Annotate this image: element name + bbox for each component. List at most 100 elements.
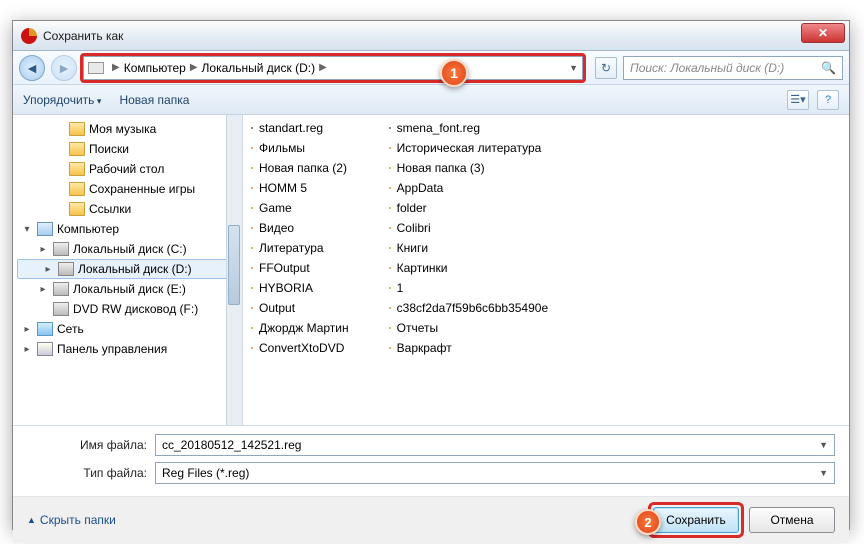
breadcrumb[interactable]: Локальный диск (D:) <box>202 61 316 75</box>
scrollbar-thumb[interactable] <box>228 225 240 305</box>
file-item[interactable]: ConvertXtoDVD <box>251 339 349 357</box>
file-item[interactable]: smena_font.reg <box>389 119 548 137</box>
reg-icon <box>389 127 391 129</box>
tree-item[interactable]: Моя музыка <box>13 119 242 139</box>
file-item[interactable]: FFOutput <box>251 259 349 277</box>
tree-item[interactable]: ▸Панель управления <box>13 339 242 359</box>
file-label: FFOutput <box>259 261 310 275</box>
file-item[interactable]: Отчеты <box>389 319 548 337</box>
file-item[interactable]: Новая папка (2) <box>251 159 349 177</box>
view-mode-button[interactable]: ☰▾ <box>787 90 809 110</box>
file-item[interactable]: AppData <box>389 179 548 197</box>
file-item[interactable]: standart.reg <box>251 119 349 137</box>
file-item[interactable]: Фильмы <box>251 139 349 157</box>
chevron-right-icon: ▶ <box>190 62 198 73</box>
filetype-select[interactable]: Reg Files (*.reg) ▼ <box>155 462 835 484</box>
breadcrumb[interactable]: Компьютер <box>124 61 186 75</box>
folder-icon <box>251 187 253 189</box>
search-icon: 🔍 <box>821 61 836 75</box>
organize-menu[interactable]: Упорядочить <box>23 93 101 107</box>
file-item[interactable]: Colibri <box>389 219 548 237</box>
file-label: Джордж Мартин <box>259 321 349 335</box>
tree-item[interactable]: Сохраненные игры <box>13 179 242 199</box>
tree-label: Сеть <box>57 322 84 336</box>
tree-item[interactable]: Ссылки <box>13 199 242 219</box>
expand-icon[interactable]: ▸ <box>37 244 49 255</box>
hide-folders-toggle[interactable]: Скрыть папки <box>27 513 116 527</box>
file-label: c38cf2da7f59b6c6bb35490e <box>397 301 548 315</box>
search-placeholder: Поиск: Локальный диск (D:) <box>630 61 784 75</box>
folder-icon <box>69 162 85 176</box>
folder-icon <box>389 287 391 289</box>
forward-button[interactable]: ► <box>51 55 77 81</box>
drive-icon <box>58 262 74 276</box>
tree-item[interactable]: Рабочий стол <box>13 159 242 179</box>
file-item[interactable]: Новая папка (3) <box>389 159 548 177</box>
net-icon <box>37 322 53 336</box>
folder-tree[interactable]: Моя музыкаПоиски Рабочий стол Сохраненные … <box>13 115 243 425</box>
dropdown-icon[interactable]: ▼ <box>569 63 578 73</box>
tree-item[interactable]: ▾Компьютер <box>13 219 242 239</box>
file-item[interactable]: HYBORIA <box>251 279 349 297</box>
folder-icon <box>251 247 253 249</box>
file-item[interactable]: Видео <box>251 219 349 237</box>
file-label: HYBORIA <box>259 281 313 295</box>
tree-item[interactable]: DVD RW дисковод (F:) <box>13 299 242 319</box>
file-item[interactable]: Game <box>251 199 349 217</box>
close-button[interactable]: ✕ <box>801 23 845 43</box>
folder-icon <box>251 147 253 149</box>
annotation-badge-2: 2 <box>635 509 661 535</box>
expand-icon[interactable]: ▸ <box>37 284 49 295</box>
file-item[interactable]: HOMM 5 <box>251 179 349 197</box>
search-input[interactable]: Поиск: Локальный диск (D:) 🔍 <box>623 56 843 80</box>
filename-input[interactable]: cc_20180512_142521.reg ▼ <box>155 434 835 456</box>
file-label: Colibri <box>397 221 431 235</box>
folder-icon <box>389 347 391 349</box>
filename-label: Имя файла: <box>27 438 155 452</box>
save-button[interactable]: Сохранить <box>653 507 739 533</box>
file-list[interactable]: standart.reg Фильмы Новая папка (2) HOMM 5 G… <box>243 115 849 425</box>
file-label: Отчеты <box>397 321 438 335</box>
cancel-button[interactable]: Отмена <box>749 507 835 533</box>
file-item[interactable]: c38cf2da7f59b6c6bb35490e <box>389 299 548 317</box>
expand-icon[interactable]: ▸ <box>21 324 33 335</box>
file-label: Фильмы <box>259 141 305 155</box>
file-item[interactable]: Историческая литература <box>389 139 548 157</box>
filename-value: cc_20180512_142521.reg <box>162 438 301 452</box>
app-icon <box>21 28 37 44</box>
folder-icon <box>251 287 253 289</box>
dropdown-icon[interactable]: ▼ <box>819 440 828 450</box>
tree-label: Ссылки <box>89 202 131 216</box>
help-button[interactable]: ? <box>817 90 839 110</box>
scrollbar[interactable] <box>226 115 242 425</box>
expand-icon[interactable]: ▸ <box>21 344 33 355</box>
file-item[interactable]: 1 <box>389 279 548 297</box>
panel-icon <box>37 342 53 356</box>
dropdown-icon[interactable]: ▼ <box>819 468 828 478</box>
dialog-body: Моя музыкаПоиски Рабочий стол Сохраненные … <box>13 115 849 425</box>
file-item[interactable]: Картинки <box>389 259 548 277</box>
tree-label: Локальный диск (C:) <box>73 242 187 256</box>
file-item[interactable]: Джордж Мартин <box>251 319 349 337</box>
file-item[interactable]: Литература <box>251 239 349 257</box>
tree-label: Рабочий стол <box>89 162 164 176</box>
tree-item[interactable]: Поиски <box>13 139 242 159</box>
tree-item[interactable]: ▸Локальный диск (D:) <box>17 259 238 279</box>
nav-bar: ◄ ► ▶ Компьютер ▶ Локальный диск (D:) ▶ … <box>13 51 849 85</box>
back-button[interactable]: ◄ <box>19 55 45 81</box>
tree-item[interactable]: ▸ Сеть <box>13 319 242 339</box>
file-label: Книги <box>397 241 428 255</box>
tree-item[interactable]: ▸Локальный диск (E:) <box>13 279 242 299</box>
tree-item[interactable]: ▸ Локальный диск (C:) <box>13 239 242 259</box>
address-bar[interactable]: ▶ Компьютер ▶ Локальный диск (D:) ▶ 1 ▼ <box>83 56 583 80</box>
expand-icon[interactable]: ▾ <box>21 224 33 235</box>
file-item[interactable]: Output <box>251 299 349 317</box>
file-item[interactable]: folder <box>389 199 548 217</box>
file-item[interactable]: Варкрафт <box>389 339 548 357</box>
new-folder-button[interactable]: Новая папка <box>119 93 189 107</box>
expand-icon[interactable]: ▸ <box>42 264 54 275</box>
refresh-button[interactable]: ↻ <box>595 57 617 79</box>
file-item[interactable]: Книги <box>389 239 548 257</box>
file-label: Историческая литература <box>397 141 542 155</box>
file-label: AppData <box>397 181 444 195</box>
